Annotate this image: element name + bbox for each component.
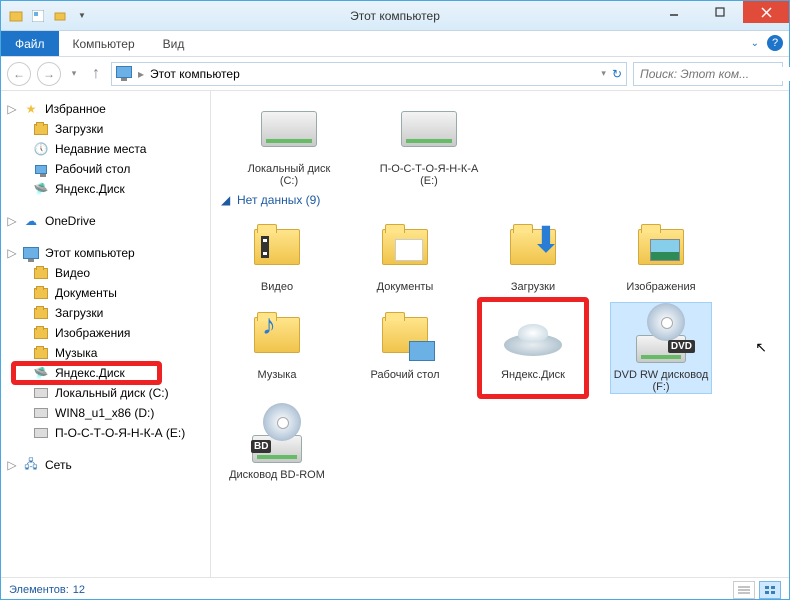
address-row: ← → ▾ ↑ ▸ Этот компьютер ▾ ↻ 🔍 [1,57,789,91]
tab-file[interactable]: Файл [1,31,59,56]
sidebar-item-pictures[interactable]: Изображения [5,323,206,343]
sidebar-item-downloads[interactable]: Загрузки [5,119,206,139]
quick-access-toolbar: ▼ [1,7,91,25]
address-bar[interactable]: ▸ Этот компьютер ▾ ↻ [111,62,627,86]
tab-view[interactable]: Вид [149,31,199,56]
window-title: Этот компьютер [350,9,440,23]
nav-back-button[interactable]: ← [7,62,31,86]
drive-item-c[interactable]: Локальный диск (C:) [239,97,339,187]
breadcrumb-dropdown-icon[interactable]: ▾ [601,68,606,79]
drive-item-e[interactable]: П-О-С-Т-О-Я-Н-К-А (E:) [379,97,479,187]
folder-yandex-disk[interactable]: Яндекс.Диск [483,303,583,393]
window-controls [651,1,789,23]
sidebar-item-downloads-pc[interactable]: Загрузки [5,303,206,323]
search-input[interactable] [640,67,790,81]
location-icon [116,66,132,81]
qat-dropdown-icon[interactable]: ▼ [73,7,91,25]
folder-videos[interactable]: Видео [227,215,327,293]
sidebar-item-music[interactable]: Музыка [5,343,206,363]
sidebar-onedrive[interactable]: ▷☁OneDrive [5,211,206,231]
view-icons-button[interactable] [759,581,781,599]
breadcrumb[interactable]: Этот компьютер [150,67,240,81]
collapse-icon[interactable]: ◢ [221,193,231,207]
folder-music[interactable]: ♪Музыка [227,303,327,393]
status-count-label: Элементов: [9,584,69,596]
section-header[interactable]: ◢ Нет данных (9) [221,193,779,207]
cursor-icon: ↖ [755,339,767,356]
sidebar-network[interactable]: ▷🖧Сеть [5,455,206,475]
maximize-button[interactable] [697,1,743,23]
sidebar-item-yandex-disk-fav[interactable]: 🛸Яндекс.Диск [5,179,206,199]
sidebar-favorites-label: Избранное [45,102,106,116]
folder-pictures[interactable]: Изображения [611,215,711,293]
status-count-value: 12 [73,584,85,596]
sidebar-item-desktop[interactable]: Рабочий стол [5,159,206,179]
folder-desktop[interactable]: Рабочий стол [355,303,455,393]
folder-downloads[interactable]: ⬇Загрузки [483,215,583,293]
qat-new-folder-icon[interactable] [51,7,69,25]
drive-bd-rom[interactable]: BDДисковод BD-ROM [227,403,327,481]
ribbon-tabs: Файл Компьютер Вид ⌄ ? [1,31,789,57]
main-area: ▷★Избранное Загрузки 🕔Недавние места Раб… [1,91,789,577]
nav-up-button[interactable]: ↑ [87,65,105,83]
sidebar-item-drive-e[interactable]: П-О-С-Т-О-Я-Н-К-А (E:) [5,423,206,443]
ribbon-expand-icon[interactable]: ⌄ [751,38,759,49]
sidebar-item-drive-d[interactable]: WIN8_u1_x86 (D:) [5,403,206,423]
sidebar-favorites-header[interactable]: ▷★Избранное [5,99,206,119]
search-box[interactable]: 🔍 [633,62,783,86]
drive-dvd-rw[interactable]: DVDDVD RW дисковод (F:) [611,303,711,393]
sidebar-item-videos[interactable]: Видео [5,263,206,283]
app-icon [7,7,25,25]
status-bar: Элементов: 12 [1,577,789,601]
refresh-icon[interactable]: ↻ [612,67,622,81]
sidebar-item-local-c[interactable]: Локальный диск (C:) [5,383,206,403]
navigation-pane: ▷★Избранное Загрузки 🕔Недавние места Раб… [1,91,211,577]
nav-history-dropdown[interactable]: ▾ [67,68,81,79]
content-pane: Локальный диск (C:) П-О-С-Т-О-Я-Н-К-А (E… [211,91,789,577]
sidebar-item-yandex-disk[interactable]: 🛸Яндекс.Диск [5,363,206,383]
sidebar-item-recent[interactable]: 🕔Недавние места [5,139,206,159]
titlebar: ▼ Этот компьютер [1,1,789,31]
sidebar-item-documents[interactable]: Документы [5,283,206,303]
view-details-button[interactable] [733,581,755,599]
help-icon[interactable]: ? [767,35,783,51]
nav-forward-button[interactable]: → [37,62,61,86]
folder-documents[interactable]: Документы [355,215,455,293]
sidebar-thispc-header[interactable]: ▷Этот компьютер [5,243,206,263]
qat-properties-icon[interactable] [29,7,47,25]
tab-computer[interactable]: Компьютер [59,31,149,56]
close-button[interactable] [743,1,789,23]
minimize-button[interactable] [651,1,697,23]
